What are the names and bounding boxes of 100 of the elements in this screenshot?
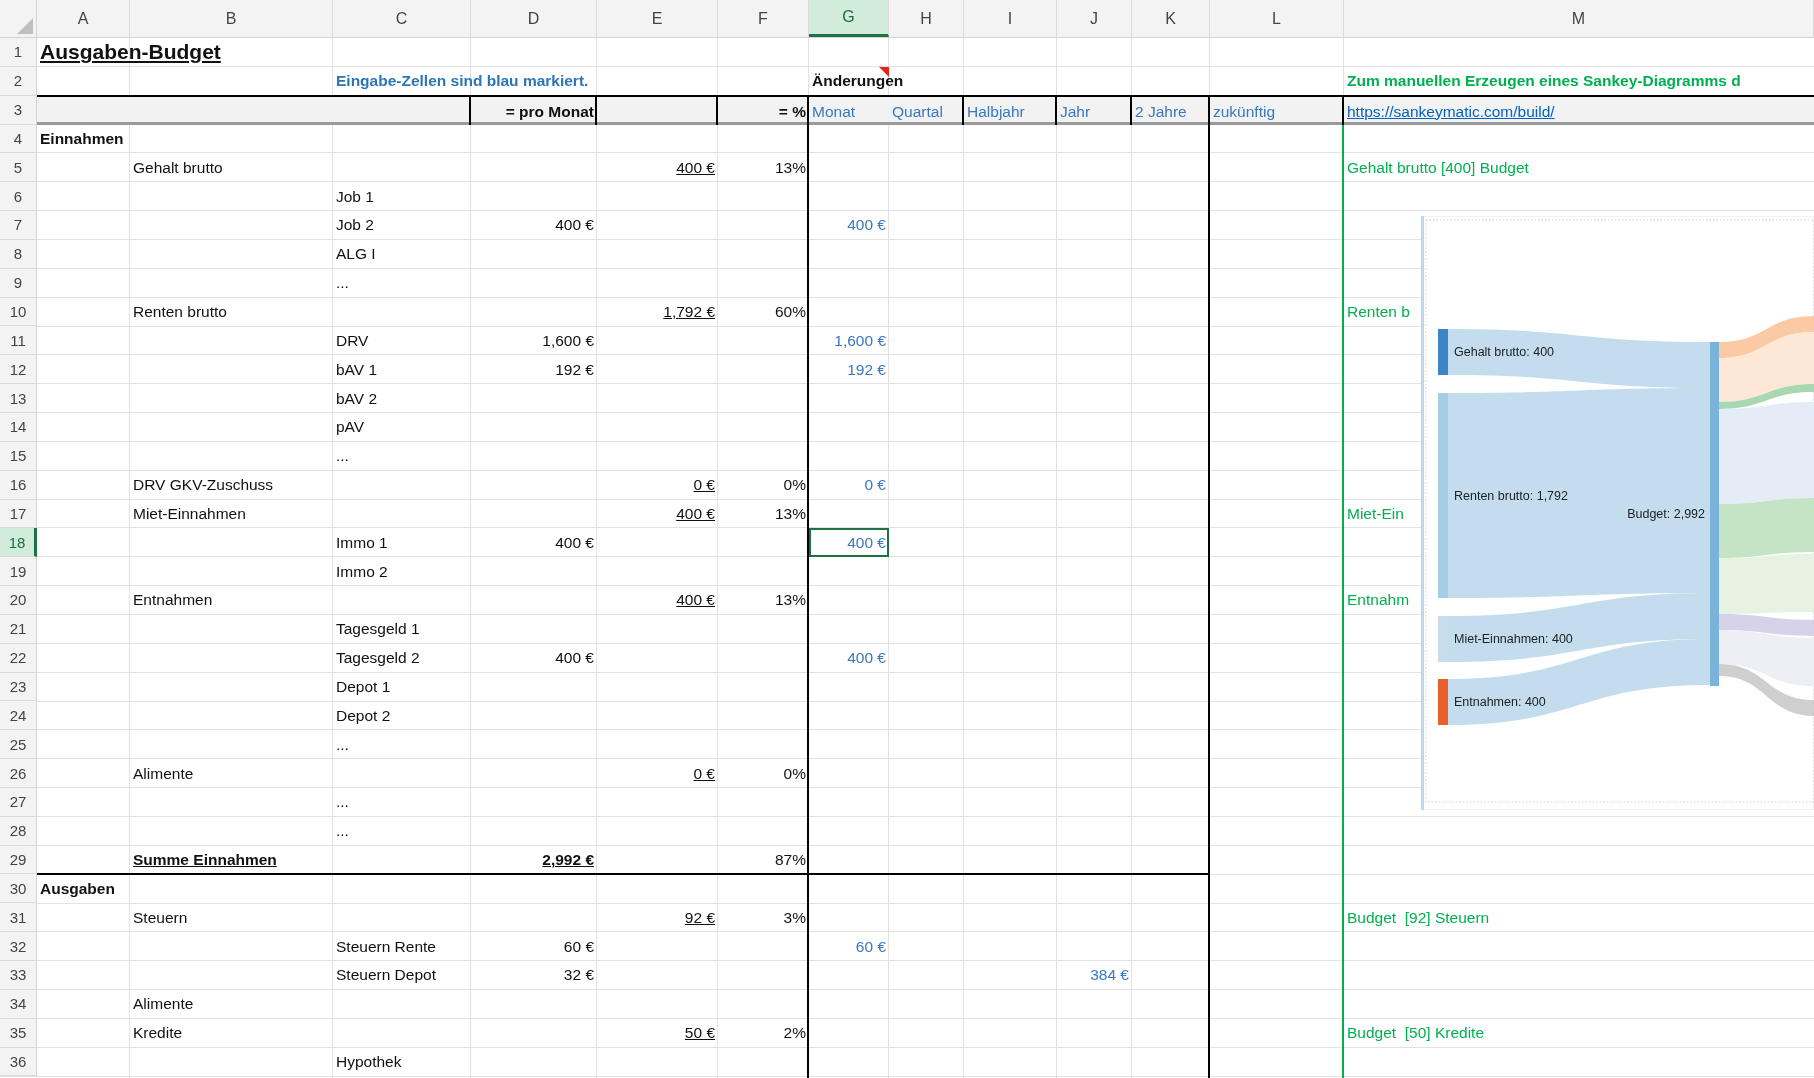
row-header[interactable]: 2 [0,66,37,96]
row-label: Steuern Rente [335,936,437,957]
row-label: Immo 1 [335,532,389,553]
row-header[interactable]: 16 [0,470,37,500]
row-header[interactable]: 18 [0,528,37,558]
row-header[interactable]: 9 [0,268,37,298]
row-header[interactable]: 31 [0,903,37,933]
row-header[interactable]: 30 [0,874,37,904]
percent-value: 0% [782,763,807,784]
row-label: Job 2 [335,215,375,236]
sum-value: 400 € [675,157,716,178]
column-header[interactable]: E [597,0,718,37]
row-header[interactable]: 19 [0,557,37,587]
column-label: = pro Monat [504,101,595,122]
sum-value: 50 € [683,1023,716,1044]
column-header[interactable]: A [37,0,130,37]
row-header[interactable]: 32 [0,932,37,961]
column-header[interactable]: G [809,0,889,37]
row-header[interactable]: 10 [0,297,37,327]
column-header[interactable]: H [889,0,964,37]
row-header[interactable]: 29 [0,845,37,875]
percent-value: 13% [773,503,807,524]
amount-value: 1,600 € [541,330,595,351]
row-header[interactable]: 7 [0,211,37,240]
row-header[interactable]: 25 [0,730,37,760]
instruction-text: Zum manuellen Erzeugen eines Sankey-Diagramms d [1346,71,1742,92]
amount-value: 400 € [554,215,595,236]
section-heading: Änderungen [809,66,907,96]
row-header[interactable]: 8 [0,239,37,269]
row-header[interactable]: 12 [0,355,37,385]
column-header[interactable]: C [333,0,471,37]
total-value: 2,992 € [541,850,595,871]
note-text: Eingabe-Zellen sind blau markiert. [335,71,590,92]
column-label: = % [777,101,807,122]
sankey-line-text: Gehalt brutto [400] Budget [1346,157,1530,178]
row-header[interactable]: 20 [0,586,37,615]
row-label: Job 1 [335,186,375,207]
row-label: Entnahmen [132,590,214,611]
row-header[interactable]: 17 [0,499,37,529]
percent-value: 3% [782,907,807,928]
row-header[interactable]: 28 [0,816,37,846]
column-header[interactable]: M [1344,0,1814,37]
input-value: 192 € [846,359,887,380]
row-label: bAV 2 [335,388,379,409]
period-label: Halbjahr [966,101,1026,122]
row-header[interactable]: 26 [0,759,37,788]
amount-value: 60 € [562,936,595,957]
row-header[interactable]: 33 [0,961,37,990]
amount-value: 400 € [554,532,595,553]
input-value: 384 € [1089,965,1130,986]
row-label: Alimente [132,994,195,1015]
row-label: bAV 1 [335,359,379,380]
row-label: ... [335,273,350,294]
input-value: 60 € [854,936,887,957]
column-header[interactable]: K [1132,0,1210,37]
row-header[interactable]: 6 [0,182,37,212]
percent-value: 13% [773,157,807,178]
period-label: Quartal [891,101,944,122]
row-label: ... [335,446,350,467]
row-header[interactable]: 36 [0,1047,37,1077]
link[interactable]: https://sankeymatic.com/build/ [1344,95,1558,125]
sum-value: 0 € [692,763,716,784]
row-header[interactable]: 11 [0,326,37,356]
row-header[interactable]: 5 [0,153,37,183]
sankey-diagram[interactable]: Gehalt brutto: 400 Renten brutto: 1,792 Miet-Einnahmen: 400 Entnahmen: 400 Budget: 2,992 [1421,216,1814,810]
row-header[interactable]: 15 [0,441,37,471]
sum-value: 92 € [683,907,716,928]
row-header[interactable]: 35 [0,1018,37,1048]
column-header[interactable]: B [130,0,333,37]
column-header[interactable]: L [1210,0,1344,37]
row-header[interactable]: 3 [0,95,37,125]
row-label: Steuern [132,907,189,928]
input-value: 1,600 € [833,330,887,351]
amount-value: 192 € [554,359,595,380]
row-label: ... [335,734,350,755]
percent-value: 87% [773,850,807,871]
row-label: Kredite [132,1023,184,1044]
total-label: Summe Einnahmen [132,850,278,871]
row-header[interactable]: 23 [0,672,37,702]
row-header[interactable]: 14 [0,412,37,442]
row-header[interactable]: 1 [0,38,37,67]
corner-triangle-icon [17,18,33,34]
row-header[interactable]: 4 [0,124,37,154]
row-header[interactable]: 34 [0,989,37,1019]
column-header[interactable]: I [964,0,1057,37]
sum-value: 400 € [675,590,716,611]
row-label: Steuern Depot [335,965,437,986]
node-label: Gehalt brutto: 400 [1454,345,1555,359]
row-header[interactable]: 13 [0,384,37,413]
column-header[interactable]: D [471,0,597,37]
row-header[interactable]: 27 [0,787,37,817]
node-label: Budget: 2,992 [1627,507,1705,521]
row-header[interactable]: 24 [0,701,37,731]
row-header[interactable]: 21 [0,614,37,644]
row-header[interactable]: 22 [0,643,37,673]
node-label: Entnahmen: 400 [1454,695,1546,709]
row-label: Depot 1 [335,677,392,697]
sankey-line-text: Miet-Ein [1346,503,1405,524]
sankey-line-text: Renten b [1346,302,1411,322]
column-header[interactable]: J [1057,0,1132,37]
